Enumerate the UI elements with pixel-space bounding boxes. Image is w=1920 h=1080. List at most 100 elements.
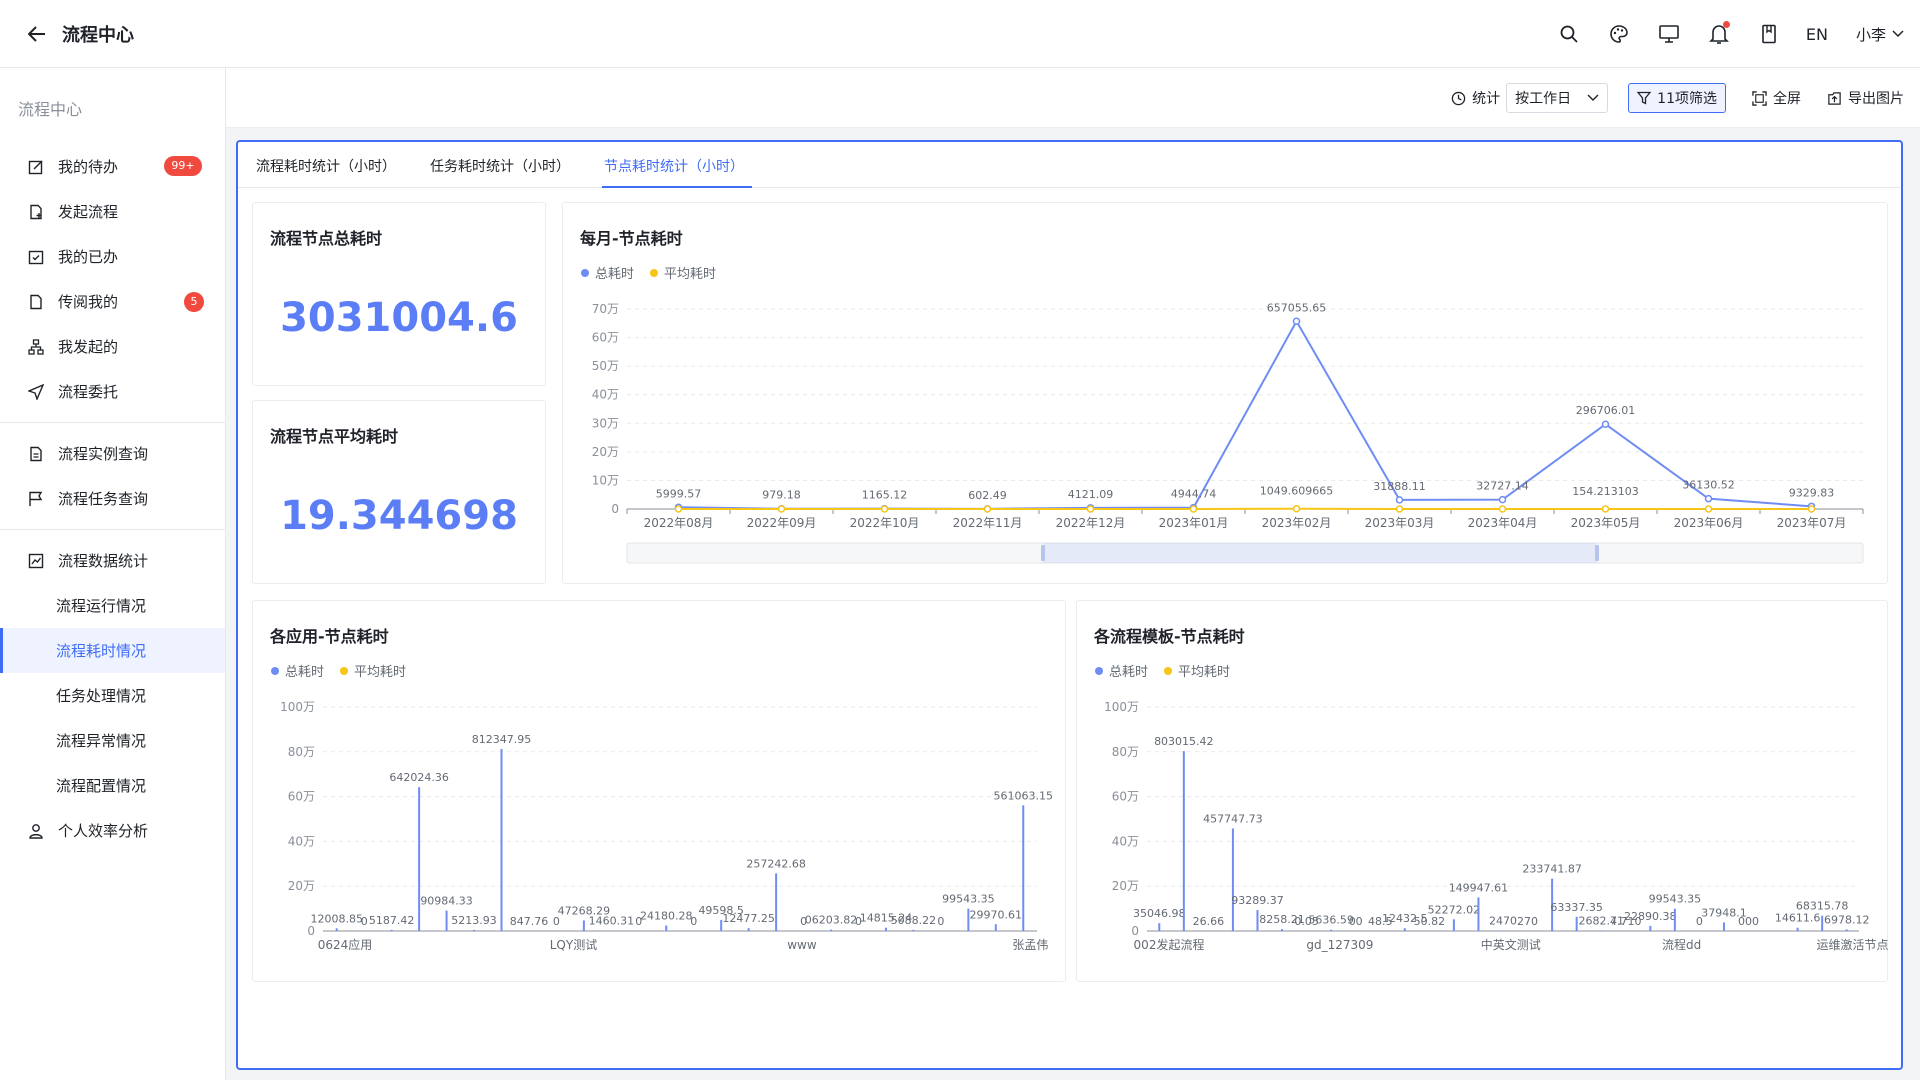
data-point xyxy=(1086,505,1095,513)
data-label: 0 xyxy=(690,915,697,928)
data-label: 979.18 xyxy=(762,489,801,502)
data-point xyxy=(983,505,992,513)
stat-label-text: 统计 xyxy=(1472,91,1501,107)
data-label: 2470 xyxy=(1489,914,1517,927)
user-menu[interactable]: 小李 xyxy=(1856,24,1904,45)
data-label: 90984.33 xyxy=(420,895,473,908)
sidebar-item-run-status[interactable]: 流程运行情况 xyxy=(0,583,225,628)
data-label: 257242.68 xyxy=(746,857,806,870)
data-label: 22890.38 xyxy=(1624,910,1677,923)
sidebar-item-initiated[interactable]: 我发起的 xyxy=(0,324,225,369)
total-time-title: 流程节点总耗时 xyxy=(270,229,383,248)
tab-task-time[interactable]: 任务耗时统计（小时） xyxy=(430,142,570,187)
language-switch[interactable]: EN xyxy=(1806,25,1828,44)
template-bar-chart: 0 20万 40万 60万 80万 100万 35046.98 803015.42 26.66 4… xyxy=(1104,700,1889,952)
data-label: 602.49 xyxy=(968,489,1007,502)
x-tick-label: 2023年02月 xyxy=(1262,516,1332,530)
filter-button[interactable]: 11项筛选 xyxy=(1628,83,1726,113)
chevron-down-icon xyxy=(1587,94,1599,101)
y-tick-label: 0 xyxy=(1131,924,1139,938)
bar xyxy=(1575,916,1578,931)
bar xyxy=(884,927,887,931)
sidebar-item-label: 流程委托 xyxy=(58,383,119,401)
x-tick-label: www xyxy=(787,938,817,952)
bar xyxy=(1673,908,1676,931)
sidebar-item-statistics[interactable]: 流程数据统计 xyxy=(0,538,225,583)
sidebar-item-efficiency[interactable]: 个人效率分析 xyxy=(0,808,225,853)
sidebar-item-todo[interactable]: 我的待办 99+ xyxy=(0,144,225,189)
data-label: 5213.93 xyxy=(451,914,497,927)
tab-flow-time[interactable]: 流程耗时统计（小时） xyxy=(256,142,396,187)
export-label: 导出图片 xyxy=(1848,91,1904,107)
data-label: 270 xyxy=(1517,915,1538,928)
data-label: 0 xyxy=(937,915,944,928)
bar xyxy=(1281,929,1284,931)
y-tick-label: 40万 xyxy=(592,388,619,402)
bar xyxy=(912,929,915,931)
bar xyxy=(1330,929,1333,931)
sidebar-item-delegate[interactable]: 流程委托 xyxy=(0,369,225,414)
data-label: 06203.82 xyxy=(805,914,858,927)
sidebar-item-task-handling[interactable]: 任务处理情况 xyxy=(0,673,225,718)
sidebar-item-done[interactable]: 我的已办 xyxy=(0,234,225,279)
search-icon[interactable] xyxy=(1556,21,1582,47)
sidebar-item-instance-query[interactable]: 流程实例查询 xyxy=(0,431,225,476)
sidebar-item-label: 发起流程 xyxy=(58,203,119,221)
x-tick-label: 张孟伟 xyxy=(1012,938,1048,952)
x-tick-label: 运维激活节点 xyxy=(1817,938,1889,952)
sidebar-item-circulated[interactable]: 传阅我的 5 xyxy=(0,279,225,324)
bar xyxy=(1502,930,1504,931)
x-tick-label: LQY测试 xyxy=(550,937,597,952)
data-label: 847.76 xyxy=(510,915,549,928)
data-label: 9329.83 xyxy=(1789,486,1835,499)
fullscreen-label: 全屏 xyxy=(1773,91,1801,107)
tab-node-time[interactable]: 节点耗时统计（小时） xyxy=(602,142,752,188)
sidebar-item-label: 流程异常情况 xyxy=(56,732,147,750)
sidebar-item-task-query[interactable]: 流程任务查询 xyxy=(0,476,225,521)
bar xyxy=(1722,922,1725,931)
y-tick-label: 60万 xyxy=(592,331,619,345)
stat-mode-select[interactable]: 按工作日 xyxy=(1506,83,1609,113)
export-image-button[interactable]: 导出图片 xyxy=(1827,88,1904,108)
bookmark-icon[interactable] xyxy=(1756,21,1782,47)
back-arrow-icon[interactable] xyxy=(26,23,48,45)
bar xyxy=(418,787,421,931)
sidebar-item-start-flow[interactable]: 发起流程 xyxy=(0,189,225,234)
data-label: 5999.57 xyxy=(656,487,702,500)
sidebar-item-label: 流程数据统计 xyxy=(58,552,149,570)
export-icon xyxy=(1828,91,1841,105)
send-icon xyxy=(28,383,44,400)
data-label: 642024.36 xyxy=(389,771,449,784)
sidebar-item-label: 流程耗时情况 xyxy=(56,642,147,660)
data-label: 99543.35 xyxy=(942,893,995,906)
data-label: 5088.22 xyxy=(891,914,937,927)
todo-count-badge: 99+ xyxy=(164,156,202,176)
bar xyxy=(390,929,393,931)
data-label: 000 xyxy=(1738,915,1759,928)
org-tree-icon xyxy=(28,338,44,355)
user-icon xyxy=(28,823,44,839)
data-label: 63337.35 xyxy=(1550,901,1603,914)
x-tick-label: 2022年08月 xyxy=(644,516,714,530)
monthly-line-chart: 0 10万 20万 30万 40万 50万 60万 70万 2022年08月 2022年09月 20… xyxy=(592,301,1864,564)
monitor-icon[interactable] xyxy=(1656,21,1682,47)
sidebar-item-config[interactable]: 流程配置情况 xyxy=(0,763,225,808)
data-point xyxy=(1601,420,1610,428)
palette-icon[interactable] xyxy=(1606,21,1632,47)
data-point xyxy=(1498,495,1507,504)
bar xyxy=(1477,897,1480,931)
x-tick-label: 中英文测试 xyxy=(1481,937,1541,952)
y-tick-label: 40万 xyxy=(288,834,315,848)
bar xyxy=(775,873,778,931)
data-label: 5636.59 xyxy=(1308,914,1354,927)
app-chart-card: 各应用-节点耗时 总耗时 平均耗时 0 20万 40万 60万 80万 100万 12008… xyxy=(252,600,1066,982)
data-label: 93289.37 xyxy=(1231,894,1284,907)
sidebar-item-time-cost[interactable]: 流程耗时情况 xyxy=(0,628,225,673)
bell-icon[interactable] xyxy=(1706,21,1732,47)
data-label: 00 xyxy=(1349,915,1363,928)
filter-icon xyxy=(1637,91,1652,105)
bar xyxy=(1452,919,1455,931)
y-tick-label: 20万 xyxy=(592,445,619,459)
fullscreen-button[interactable]: 全屏 xyxy=(1752,88,1801,108)
sidebar-item-exceptions[interactable]: 流程异常情况 xyxy=(0,718,225,763)
